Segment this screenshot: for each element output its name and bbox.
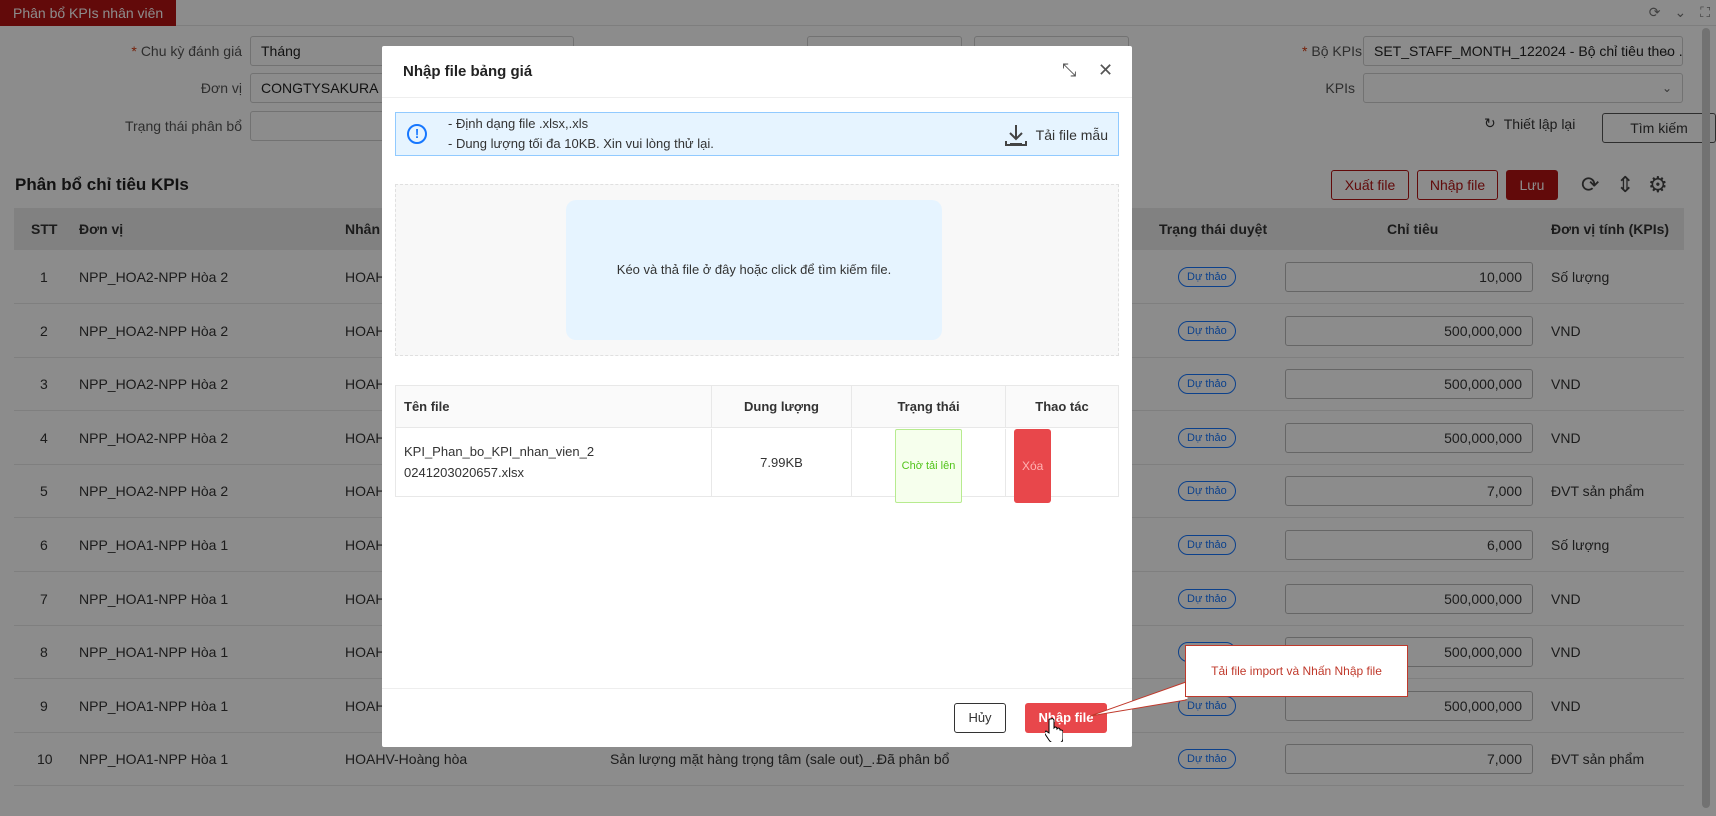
status-badge: Chờ tải lên [894, 429, 963, 503]
file-status-cell: Chờ tải lên [852, 429, 1006, 503]
delete-button[interactable]: Xóa [1014, 429, 1052, 503]
dropzone-area: Kéo và thả file ở đây hoặc click để tìm … [395, 184, 1119, 356]
col-file-name: Tên file [396, 386, 712, 428]
col-file-status: Trạng thái [852, 386, 1006, 428]
close-icon[interactable]: ✕ [1098, 60, 1113, 81]
col-file-action: Thao tác [1006, 386, 1118, 428]
file-size-cell: 7.99KB [712, 429, 852, 497]
modal-header: Nhập file bảng giá ⤡ ✕ [382, 46, 1132, 98]
file-name-line2: 0241203020657.xlsx [404, 465, 524, 480]
info-alert: ! - Định dạng file .xlsx,.xls - Dung lượ… [395, 112, 1119, 156]
instruction-callout: Tải file import và Nhấn Nhập file [1185, 645, 1408, 697]
info-size: - Dung lượng tối đa 10KB. Xin vui lòng t… [448, 136, 714, 151]
cancel-button[interactable]: Hủy [954, 703, 1006, 733]
file-action-cell: Xóa [1006, 429, 1118, 503]
fullscreen-icon[interactable]: ⤡ [1062, 60, 1076, 81]
file-table: Tên file Dung lượng Trạng thái Thao tác … [395, 385, 1119, 503]
dropzone[interactable]: Kéo và thả file ở đây hoặc click để tìm … [566, 200, 942, 340]
modal-title: Nhập file bảng giá [403, 63, 533, 80]
file-name-line1: KPI_Phan_bo_KPI_nhan_vien_2 [404, 444, 595, 459]
download-template-button[interactable]: Tải file mẫu [1004, 123, 1108, 147]
info-format: - Định dạng file .xlsx,.xls [448, 116, 589, 131]
file-name-cell: KPI_Phan_bo_KPI_nhan_vien_2 024120302065… [396, 429, 712, 497]
hand-cursor-icon [1045, 718, 1063, 742]
col-file-size: Dung lượng [712, 386, 852, 428]
import-modal: Nhập file bảng giá ⤡ ✕ ! - Định dạng fil… [382, 46, 1132, 747]
modal-footer: Hủy Nhập file [382, 688, 1132, 747]
callout-pointer [1090, 681, 1188, 717]
info-icon: ! [407, 124, 427, 144]
download-icon [1004, 125, 1027, 146]
